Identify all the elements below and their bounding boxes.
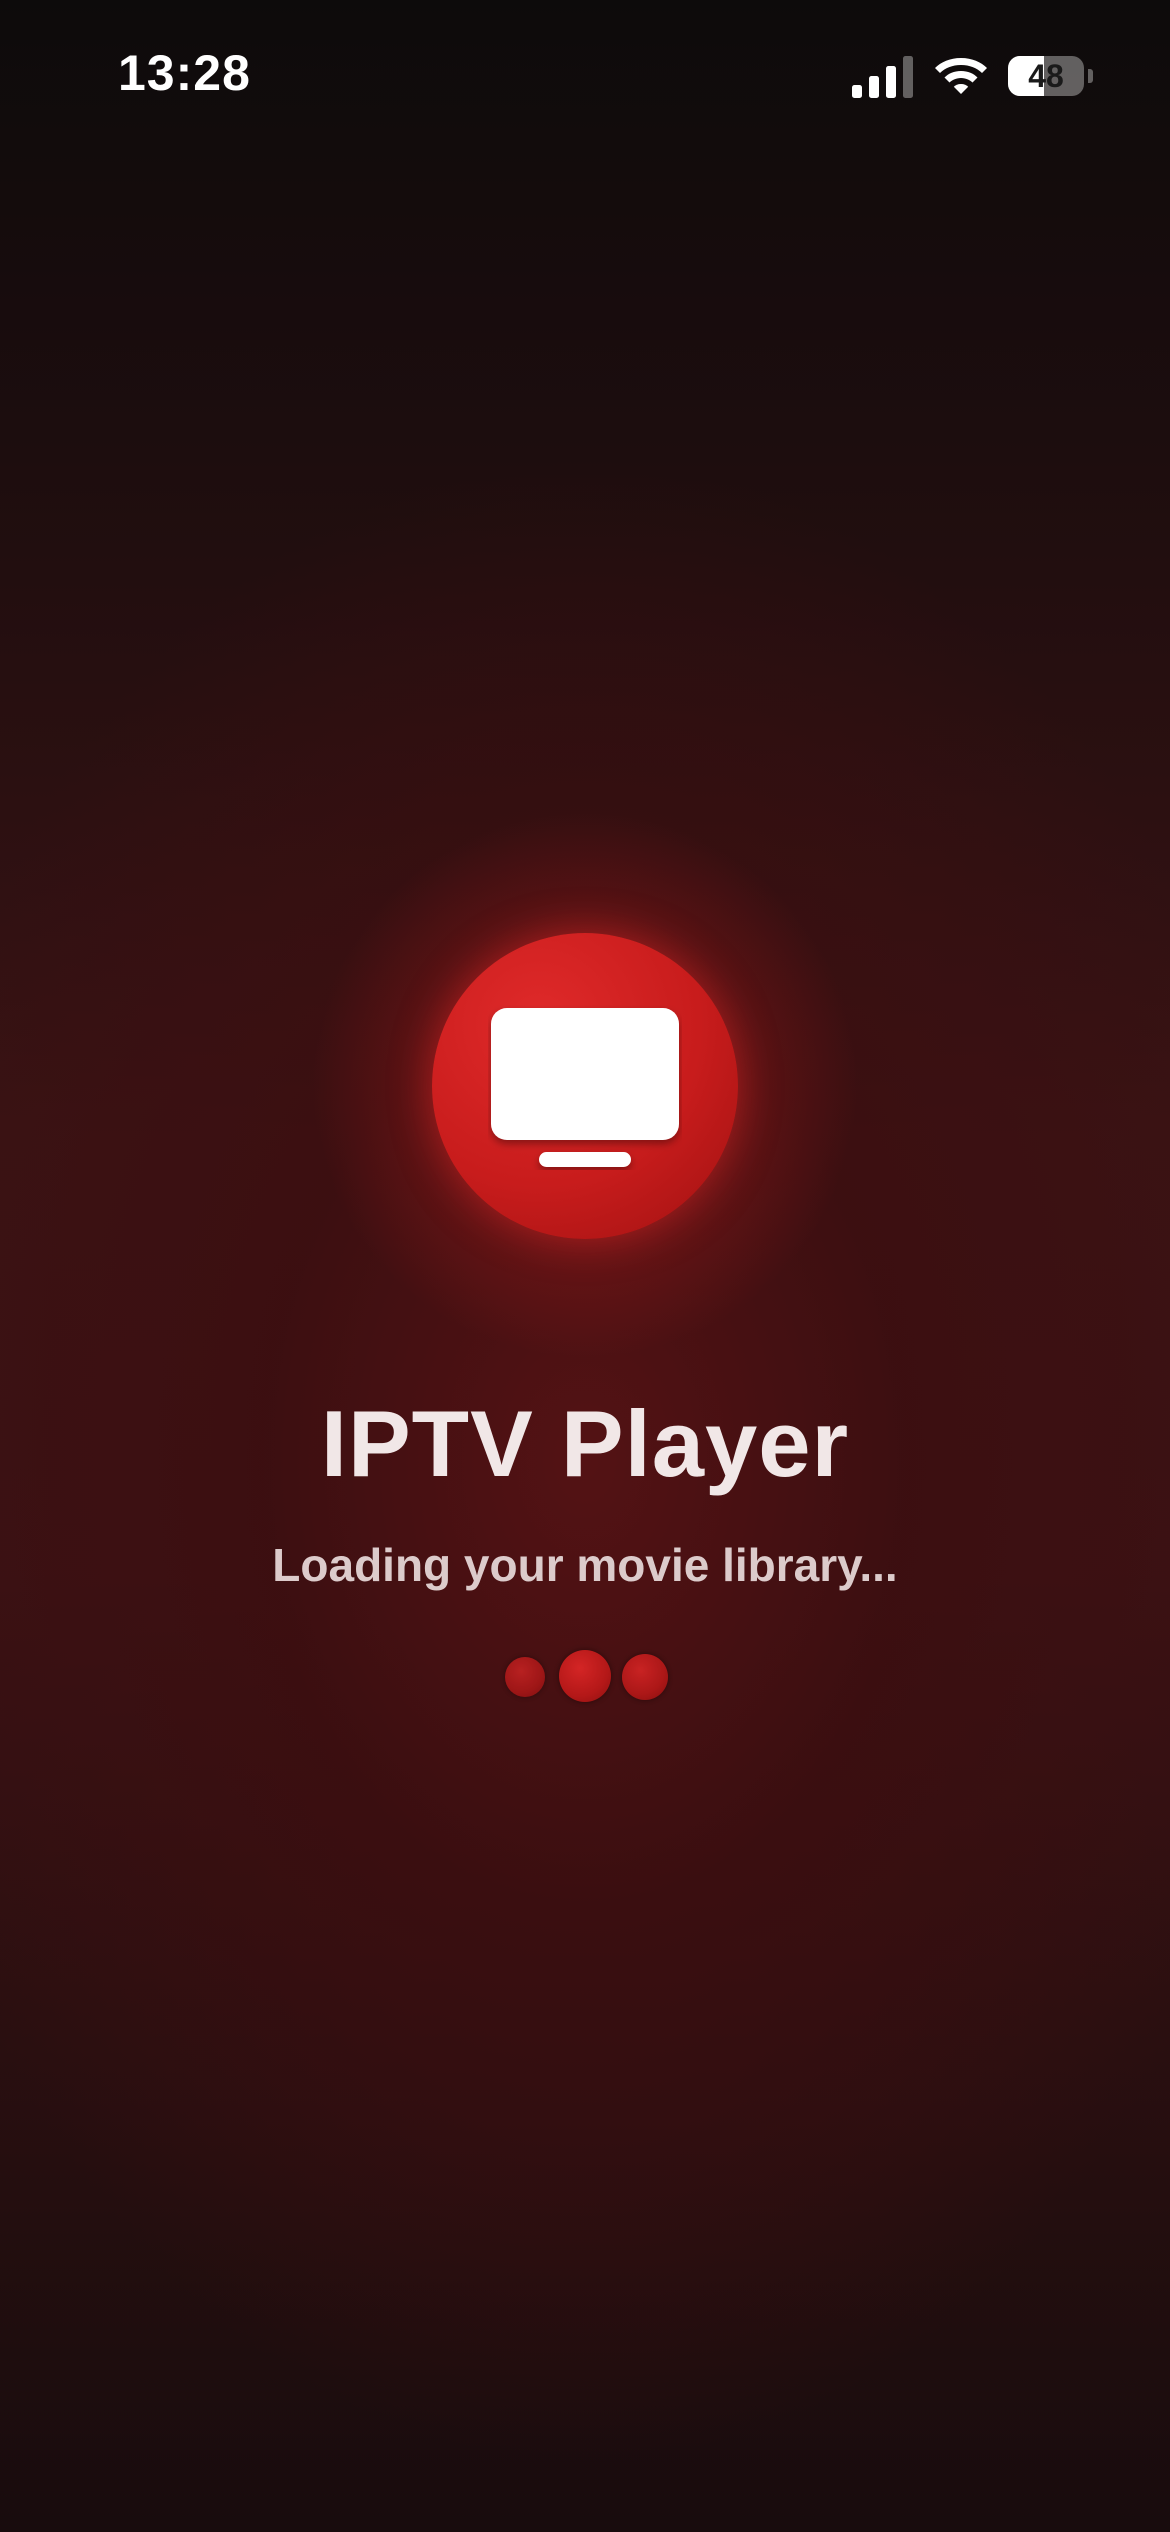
- loading-indicator: [0, 1650, 1170, 1706]
- loading-dot: [505, 1657, 545, 1697]
- wifi-icon: [935, 58, 987, 94]
- app-title: IPTV Player: [320, 1391, 850, 1496]
- battery-cap: [1088, 69, 1093, 83]
- battery-body: 48: [1008, 56, 1084, 96]
- status-time: 13:28: [118, 45, 251, 101]
- tv-icon: [491, 1008, 679, 1167]
- loading-message: Loading your movie library...: [272, 1539, 898, 1591]
- status-bar: 13:28 48: [0, 0, 1170, 150]
- loading-dot: [622, 1654, 668, 1700]
- cellular-signal-icon: [852, 56, 913, 98]
- loading-dot: [559, 1650, 611, 1702]
- battery-icon: 48: [1008, 56, 1094, 98]
- battery-level: 48: [1028, 58, 1064, 94]
